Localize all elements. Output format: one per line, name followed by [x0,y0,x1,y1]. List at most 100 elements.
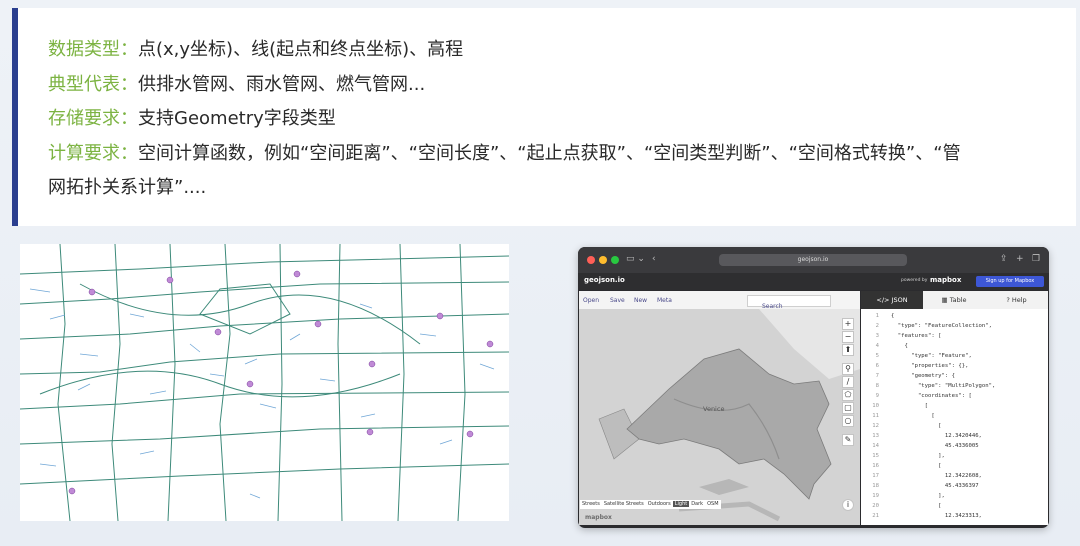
code-line: 6 "properties": {}, [861,361,1048,371]
pipe-network-map [19,243,510,522]
line-number: 18 [872,483,879,489]
line-text: 空间计算函数，例如“空间距离”、“空间长度”、“起止点获取”、“空间类型判断”、… [138,143,961,164]
url-bar[interactable]: geojson.io [719,254,907,266]
venice-map [579,309,860,525]
line-number: 15 [872,453,879,459]
code-line: 17 12.3422608, [861,471,1048,481]
text-card: 数据类型：点(x,y坐标)、线(起点和终点坐标)、高程 典型代表：供排水管网、雨… [12,8,1076,226]
tab-table[interactable]: ▦ Table [923,291,985,309]
save-button[interactable]: Save [610,297,625,304]
code-text: ], [891,493,945,499]
mapbox-watermark: mapbox [585,514,612,521]
code-text: "properties": {}, [891,363,969,369]
code-text: "type": "Feature", [891,353,972,359]
meta-button[interactable]: Meta [657,297,672,304]
code-text: [ [891,413,935,419]
code-line: 13 12.3420446, [861,431,1048,441]
new-tab-icon[interactable]: + [1016,253,1024,265]
code-text: 12.3420446, [891,433,982,439]
line-number: 6 [875,363,879,369]
layer-streets[interactable]: Streets [580,501,602,507]
app-brand[interactable]: geojson.io [584,276,625,284]
code-text: [ [891,403,929,409]
line-text: 点(x,y坐标)、线(起点和终点坐标)、高程 [138,39,464,60]
code-line: 4 { [861,341,1048,351]
line-number: 4 [875,343,879,349]
line-number: 5 [875,353,879,359]
code-line: 19 ], [861,491,1048,501]
info-icon[interactable]: i [842,499,854,511]
polygon-tool-icon[interactable]: ⬠ [842,389,854,401]
app-header: geojson.io powered by mapbox Sign up for… [578,273,1049,290]
code-line: 11 [ [861,411,1048,421]
code-line: 20 [ [861,501,1048,511]
code-line: 7 "geometry": { [861,371,1048,381]
line-tool-icon[interactable]: ∕ [842,376,854,388]
line-number: 14 [872,443,879,449]
code-line: 3 "features": [ [861,331,1048,341]
code-text: [ [891,503,942,509]
marker-tool-icon[interactable]: ⚲ [842,363,854,375]
layer-outdoors[interactable]: Outdoors [646,501,673,507]
mapbox-logo: mapbox [930,276,962,284]
code-text: "geometry": { [891,373,955,379]
zoom-out-button[interactable]: − [842,331,854,343]
base-layer-switcher: Streets Satellite Streets Outdoors Light Dar… [580,500,721,509]
code-line: 14 45.4336005 [861,441,1048,451]
storage-line: 存储要求：支持Geometry字段类型 [48,106,336,132]
map-view[interactable]: Open Save New Meta Search Venice + − ⬆ ⚲… [579,291,860,525]
json-editor[interactable]: 1 {2 "type": "FeatureCollection", 3 "featu… [861,311,1048,521]
code-line: 16 [ [861,461,1048,471]
search-input[interactable]: Search [747,295,831,310]
rectangle-tool-icon[interactable]: ▢ [842,402,854,414]
browser-window: ▭ ⌄ ‹ geojson.io ⇪ + ❐ geojson.io powere… [578,247,1049,528]
line-number: 11 [872,413,879,419]
zoom-dot[interactable] [611,256,619,264]
back-icon[interactable]: ‹ [652,253,656,265]
code-text: 12.3422608, [891,473,982,479]
code-text: ], [891,453,945,459]
open-button[interactable]: Open [583,297,599,304]
code-line: 21 12.3423313, [861,511,1048,521]
code-text: [ [891,423,942,429]
new-button[interactable]: New [634,297,647,304]
json-panel: </> JSON ▦ Table ? Help 1 {2 "type": "Fea… [861,291,1048,525]
code-line: 18 45.4336397 [861,481,1048,491]
layer-satellite-streets[interactable]: Satellite Streets [602,501,646,507]
line-number: 12 [872,423,879,429]
share-icon[interactable]: ⇪ [1000,253,1008,265]
circle-tool-icon[interactable]: ○ [842,415,854,427]
layer-osm[interactable]: OSM [705,501,720,507]
line-text: 供排水管网、雨水管网、燃气管网... [138,74,426,95]
code-text: { [891,343,908,349]
signup-button[interactable]: Sign up for Mapbox [976,276,1044,287]
code-line: 8 "type": "MultiPolygon", [861,381,1048,391]
line-number: 7 [875,373,879,379]
map-place-label: Venice [703,405,725,413]
zoom-in-button[interactable]: + [842,318,854,330]
code-text: { [891,313,895,319]
code-line: 15 ], [861,451,1048,461]
code-text: 12.3423313, [891,513,982,519]
table-icon: ▦ [941,296,950,304]
typical-line: 典型代表：供排水管网、雨水管网、燃气管网... [48,72,425,98]
code-line: 9 "coordinates": [ [861,391,1048,401]
layer-light[interactable]: Light [672,501,690,507]
tab-json[interactable]: </> JSON [861,291,923,309]
code-text: "type": "FeatureCollection", [891,323,993,329]
tabs-icon[interactable]: ❐ [1032,253,1040,265]
panel-tabs: </> JSON ▦ Table ? Help [861,291,1048,309]
edit-tool-icon[interactable]: ✎ [842,434,854,446]
tab-help[interactable]: ? Help [985,291,1048,309]
compute-line: 计算要求：空间计算函数，例如“空间距离”、“空间长度”、“起止点获取”、“空间类… [48,141,961,167]
close-dot[interactable] [587,256,595,264]
sidebar-icon[interactable]: ▭ ⌄ [626,253,645,265]
layer-dark[interactable]: Dark [689,501,705,507]
line-number: 19 [872,493,879,499]
line-number: 1 [875,313,879,319]
code-text: 45.4336397 [891,483,979,489]
line-number: 20 [872,503,879,509]
code-line: 2 "type": "FeatureCollection", [861,321,1048,331]
minimize-dot[interactable] [599,256,607,264]
compass-icon[interactable]: ⬆ [842,344,854,356]
